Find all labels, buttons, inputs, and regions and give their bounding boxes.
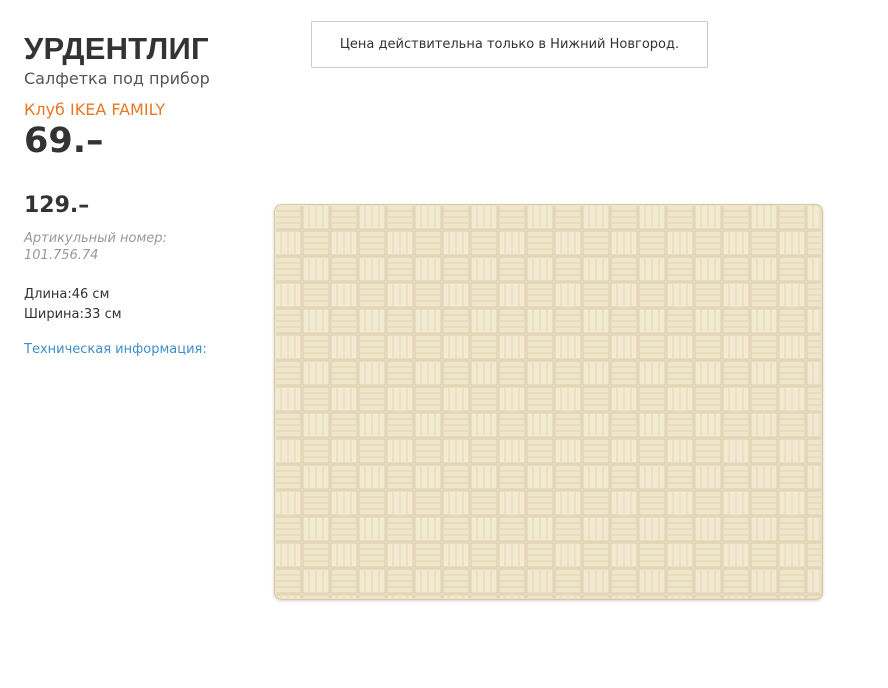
ikea-family-label: Клуб IKEA FAMILY (24, 100, 166, 119)
product-type: Салфетка под прибор (24, 69, 210, 88)
technical-info-link[interactable]: Техническая информация: (24, 341, 207, 359)
price-validity-notice: Цена действительна только в Нижний Новго… (311, 21, 708, 68)
dimensions: Длина:46 см Ширина:33 см (24, 285, 122, 325)
length-spec: Длина:46 см (24, 287, 110, 302)
notice-text: Цена действительна только в Нижний Новго… (339, 37, 680, 52)
woven-placemat-image (274, 204, 823, 600)
family-price: 69.– (24, 121, 104, 161)
regular-price: 129.– (24, 193, 90, 218)
product-name: УРДЕНТЛИГ (24, 31, 209, 66)
product-image[interactable] (274, 204, 823, 600)
article-number: Артикульный номер: 101.756.74 (24, 231, 167, 263)
width-spec: Ширина:33 см (24, 307, 122, 322)
